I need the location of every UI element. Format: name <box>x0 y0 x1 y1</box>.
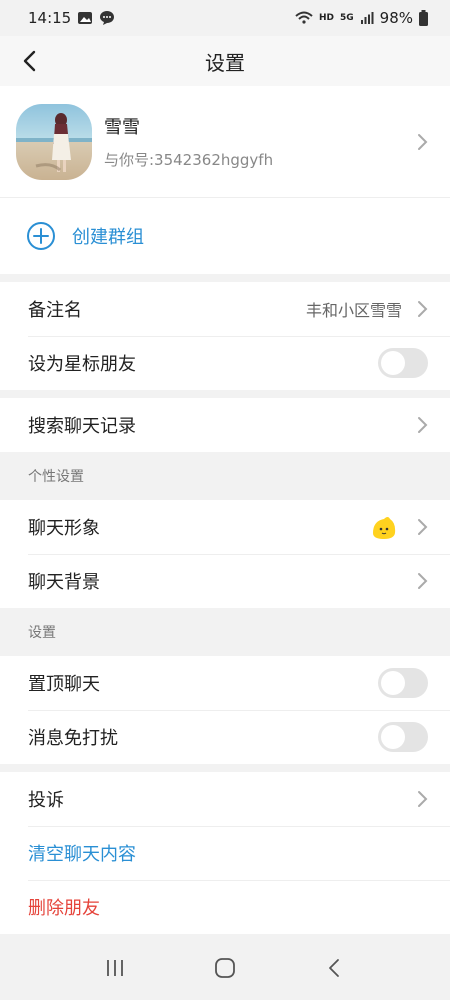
remark-name-value: 丰和小区雪雪 <box>305 301 402 320</box>
gallery-icon <box>78 12 93 24</box>
personalization-group: 聊天形象 聊天背景 <box>0 500 450 608</box>
profile-text: 雪雪 与你号:3542362hggyfh <box>104 113 273 170</box>
search-chat-history-row[interactable]: 搜索聊天记录 <box>0 398 450 452</box>
chevron-right-icon <box>418 301 428 317</box>
chevron-right-icon <box>418 573 428 589</box>
back-arrow-icon[interactable] <box>18 49 42 73</box>
system-back-icon[interactable] <box>323 956 347 980</box>
status-bar: 14:15 HD 5G 98% <box>0 0 450 36</box>
profile-card: 雪雪 与你号:3542362hggyfh 创建群组 <box>0 86 450 274</box>
avatar-image <box>16 103 92 180</box>
wifi-icon <box>295 11 313 24</box>
chat-background-row[interactable]: 聊天背景 <box>0 554 450 608</box>
delete-friend-button[interactable]: 删除朋友 <box>0 880 450 934</box>
mute-notifications-label: 消息免打扰 <box>28 728 118 749</box>
status-left: 14:15 <box>28 9 115 27</box>
remark-star-group: 备注名 丰和小区雪雪 设为星标朋友 <box>0 282 450 390</box>
delete-friend-label: 删除朋友 <box>28 898 100 919</box>
report-label: 投诉 <box>28 790 64 811</box>
clear-chat-button[interactable]: 清空聊天内容 <box>0 826 450 880</box>
actions-group: 投诉 清空聊天内容 删除朋友 <box>0 772 450 934</box>
pin-chat-row: 置顶聊天 <box>0 656 450 710</box>
status-right: HD 5G 98% <box>295 9 428 27</box>
chat-avatar-label: 聊天形象 <box>28 518 100 539</box>
nav-bar: 设置 <box>0 36 450 86</box>
emoji-mascot-icon <box>373 517 396 539</box>
section-header-personal: 个性设置 <box>28 469 84 485</box>
chevron-right-icon <box>418 134 428 150</box>
chat-settings-group: 置顶聊天 消息免打扰 <box>0 656 450 764</box>
create-group-button[interactable]: 创建群组 <box>0 198 450 274</box>
section-header-settings: 设置 <box>28 625 56 641</box>
search-chat-history-label: 搜索聊天记录 <box>28 416 136 437</box>
pin-chat-toggle[interactable] <box>378 668 428 698</box>
chevron-right-icon <box>418 519 428 535</box>
remark-name-row[interactable]: 备注名 丰和小区雪雪 <box>0 282 450 336</box>
signal-icon <box>360 12 374 24</box>
battery-icon <box>419 10 428 26</box>
star-friend-row: 设为星标朋友 <box>0 336 450 390</box>
profile-name: 雪雪 <box>104 117 140 138</box>
star-friend-toggle[interactable] <box>378 348 428 378</box>
add-circle-icon <box>27 222 55 250</box>
chat-background-label: 聊天背景 <box>28 572 100 593</box>
mute-notifications-row: 消息免打扰 <box>0 710 450 764</box>
mute-notifications-toggle[interactable] <box>378 722 428 752</box>
create-group-label: 创建群组 <box>72 227 144 248</box>
pin-chat-label: 置顶聊天 <box>28 674 100 695</box>
message-icon <box>100 11 115 25</box>
report-row[interactable]: 投诉 <box>0 772 450 826</box>
hd-label: HD <box>318 13 334 23</box>
network-label: 5G <box>340 13 354 23</box>
page-title: 设置 <box>205 50 245 75</box>
recent-apps-icon[interactable] <box>103 956 127 980</box>
chat-avatar-row[interactable]: 聊天形象 <box>0 500 450 554</box>
home-icon[interactable] <box>213 956 237 980</box>
battery-percent: 98% <box>379 9 413 27</box>
chevron-right-icon <box>418 791 428 807</box>
chevron-right-icon <box>418 417 428 433</box>
clear-chat-label: 清空聊天内容 <box>28 844 136 865</box>
profile-row[interactable]: 雪雪 与你号:3542362hggyfh <box>0 86 450 198</box>
avatar[interactable] <box>16 103 92 180</box>
search-history-group: 搜索聊天记录 <box>0 398 450 452</box>
remark-name-label: 备注名 <box>28 300 82 321</box>
status-time: 14:15 <box>28 9 72 27</box>
profile-id: 与你号:3542362hggyfh <box>104 151 274 169</box>
star-friend-label: 设为星标朋友 <box>28 354 136 375</box>
system-nav-bar <box>0 936 450 1000</box>
